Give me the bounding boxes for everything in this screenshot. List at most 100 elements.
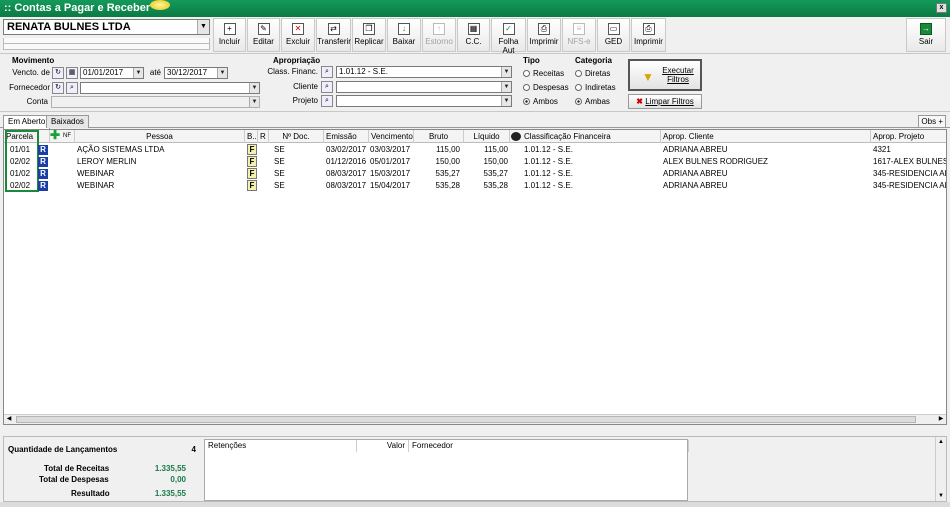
cell-cliente: ADRIANA ABREU bbox=[663, 181, 728, 190]
table-row[interactable]: 02/02 R WEBINAR F SE 08/03/2017 15/04/20… bbox=[4, 180, 946, 192]
search-icon[interactable]: ⌕ bbox=[321, 81, 333, 93]
radio-indiretas[interactable]: Indiretas bbox=[575, 83, 616, 92]
cost-center-button[interactable]: ▦ C.C. bbox=[457, 18, 490, 52]
scroll-right-icon[interactable]: ▶ bbox=[936, 415, 946, 424]
radio-receitas[interactable]: Receitas bbox=[523, 69, 564, 78]
refresh-icon[interactable]: ↻ bbox=[52, 67, 64, 79]
col-emissao[interactable]: Emissão bbox=[324, 130, 369, 143]
reverse-button[interactable]: ↑ Estorno bbox=[422, 18, 456, 52]
r-badge: R bbox=[38, 169, 48, 179]
execute-filters-button[interactable]: ▼ Executar Filtros bbox=[628, 59, 702, 91]
replicate-label: Replicar bbox=[354, 37, 384, 46]
conta-input[interactable]: ▼ bbox=[51, 96, 260, 108]
ged-icon[interactable] bbox=[511, 132, 521, 141]
obs-button[interactable]: Obs + bbox=[918, 115, 946, 128]
sheet-icon: ✓ bbox=[502, 23, 515, 35]
sheet-label: Folha Aut bbox=[498, 37, 519, 55]
cell-liquido: 115,00 bbox=[484, 145, 508, 154]
sheet-button[interactable]: ✓ Folha Aut bbox=[491, 18, 526, 55]
col-liquido[interactable]: Líquido bbox=[464, 130, 510, 143]
download-button[interactable]: ↓ Baixar bbox=[387, 18, 421, 52]
fornecedor-input[interactable]: ▼ bbox=[80, 82, 260, 94]
class-financ-input[interactable]: 1.01.12 - S.E. ▼ bbox=[336, 66, 512, 78]
date-from-input[interactable]: 01/01/2017 ▼ bbox=[80, 67, 144, 79]
chevron-down-icon[interactable]: ▼ bbox=[501, 67, 511, 77]
status-bar bbox=[0, 502, 950, 507]
radio-ambas[interactable]: Ambas bbox=[575, 97, 610, 106]
col-pessoa[interactable]: Pessoa bbox=[75, 130, 245, 143]
print-button-2[interactable]: ⎙ Imprimir bbox=[631, 18, 666, 52]
clear-filter-icon: ✖ bbox=[636, 97, 643, 106]
col-b[interactable]: B.. bbox=[245, 130, 258, 143]
replicate-button[interactable]: ❐ Replicar bbox=[352, 18, 386, 52]
date-to-input[interactable]: 30/12/2017 ▼ bbox=[164, 67, 228, 79]
chevron-down-icon[interactable]: ▼ bbox=[249, 97, 259, 107]
cell-liquido: 150,00 bbox=[483, 157, 508, 166]
cell-parcela: 02/02 bbox=[10, 157, 31, 166]
print-button[interactable]: ⎙ Imprimir bbox=[527, 18, 561, 52]
col-r2[interactable]: R bbox=[258, 130, 269, 143]
scroll-down-icon[interactable]: ▼ bbox=[936, 491, 946, 501]
chevron-down-icon[interactable]: ▼ bbox=[197, 20, 209, 34]
add-icon[interactable]: ✚ bbox=[50, 130, 60, 141]
col-fornecedor[interactable]: Fornecedor bbox=[409, 440, 689, 452]
tab-em-aberto[interactable]: Em Aberto bbox=[3, 115, 51, 129]
search-icon[interactable]: ⌕ bbox=[66, 82, 78, 94]
cliente-input[interactable]: ▼ bbox=[336, 81, 512, 93]
col-cliente[interactable]: Aprop. Cliente bbox=[661, 130, 871, 143]
col-projeto[interactable]: Aprop. Projeto bbox=[871, 130, 946, 143]
chevron-down-icon[interactable]: ▼ bbox=[133, 68, 143, 78]
radio-diretas[interactable]: Diretas bbox=[575, 69, 610, 78]
chevron-down-icon[interactable]: ▼ bbox=[501, 96, 511, 106]
cell-doc: SE bbox=[274, 169, 285, 178]
table-row[interactable]: 02/02 R LEROY MERLIN F SE 01/12/2016 05/… bbox=[4, 156, 946, 168]
calendar-icon[interactable]: ▦ bbox=[66, 67, 78, 79]
cell-liquido: 535,28 bbox=[483, 181, 508, 190]
invoice-button[interactable]: ≡ NFS-e bbox=[562, 18, 596, 52]
tipo-title: Tipo bbox=[523, 56, 540, 65]
tab-baixados[interactable]: Baixados bbox=[46, 115, 89, 128]
radio-selected-icon bbox=[575, 98, 582, 105]
col-r bbox=[38, 130, 50, 143]
clear-filters-button[interactable]: ✖ Limpar Filtros bbox=[628, 94, 702, 109]
table-row[interactable]: 01/02 R WEBINAR F SE 08/03/2017 15/03/20… bbox=[4, 168, 946, 180]
ged-button[interactable]: ▭ GED bbox=[597, 18, 630, 52]
company-select[interactable]: RENATA BULNES LTDA ▼ bbox=[3, 19, 210, 35]
f-badge: F bbox=[247, 180, 257, 191]
edit-button[interactable]: ✎ Editar bbox=[247, 18, 280, 52]
col-nf[interactable]: NF bbox=[61, 130, 75, 143]
scroll-up-icon[interactable]: ▲ bbox=[936, 437, 946, 447]
radio-despesas[interactable]: Despesas bbox=[523, 83, 569, 92]
cell-pessoa: AÇÃO SISTEMAS LTDA bbox=[77, 145, 165, 154]
grid-header: Parcela ✚ NF Pessoa B.. R Nº Doc. Emissã… bbox=[4, 130, 946, 143]
include-button[interactable]: + Incluir bbox=[213, 18, 246, 52]
cell-bruto: 535,27 bbox=[435, 169, 460, 178]
close-icon[interactable]: x bbox=[936, 3, 947, 13]
col-valor[interactable]: Valor bbox=[357, 440, 409, 452]
horizontal-scrollbar[interactable]: ◀ ▶ bbox=[4, 414, 946, 424]
refresh-icon[interactable]: ↻ bbox=[52, 82, 64, 94]
radio-ambos[interactable]: Ambos bbox=[523, 97, 558, 106]
chevron-down-icon[interactable]: ▼ bbox=[501, 82, 511, 92]
exit-button[interactable]: → Sair bbox=[906, 18, 946, 52]
search-icon[interactable]: ⌕ bbox=[321, 95, 333, 107]
col-doc[interactable]: Nº Doc. bbox=[269, 130, 324, 143]
conta-label: Conta bbox=[26, 97, 48, 106]
vertical-scrollbar[interactable]: ▲ ▼ bbox=[935, 437, 946, 501]
col-vencimento[interactable]: Vencimento bbox=[369, 130, 414, 143]
chevron-down-icon[interactable]: ▼ bbox=[249, 83, 259, 93]
cell-classificacao: 1.01.12 - S.E. bbox=[524, 157, 573, 166]
col-retencoes[interactable]: Retenções bbox=[205, 440, 357, 452]
col-bruto[interactable]: Bruto bbox=[414, 130, 464, 143]
delete-button[interactable]: ✕ Excluir bbox=[281, 18, 315, 52]
delete-icon: ✕ bbox=[292, 23, 304, 35]
search-icon[interactable]: ⌕ bbox=[321, 66, 333, 78]
reverse-icon: ↑ bbox=[433, 23, 445, 35]
table-row[interactable]: 01/01 R AÇÃO SISTEMAS LTDA F SE 03/02/20… bbox=[4, 144, 946, 156]
projeto-input[interactable]: ▼ bbox=[336, 95, 512, 107]
transfer-button[interactable]: ⇄ Transferir bbox=[316, 18, 351, 52]
scrollbar-thumb[interactable] bbox=[16, 416, 916, 423]
col-classificacao[interactable]: Classificação Financeira bbox=[522, 130, 661, 143]
scroll-left-icon[interactable]: ◀ bbox=[4, 415, 14, 424]
chevron-down-icon[interactable]: ▼ bbox=[217, 68, 227, 78]
